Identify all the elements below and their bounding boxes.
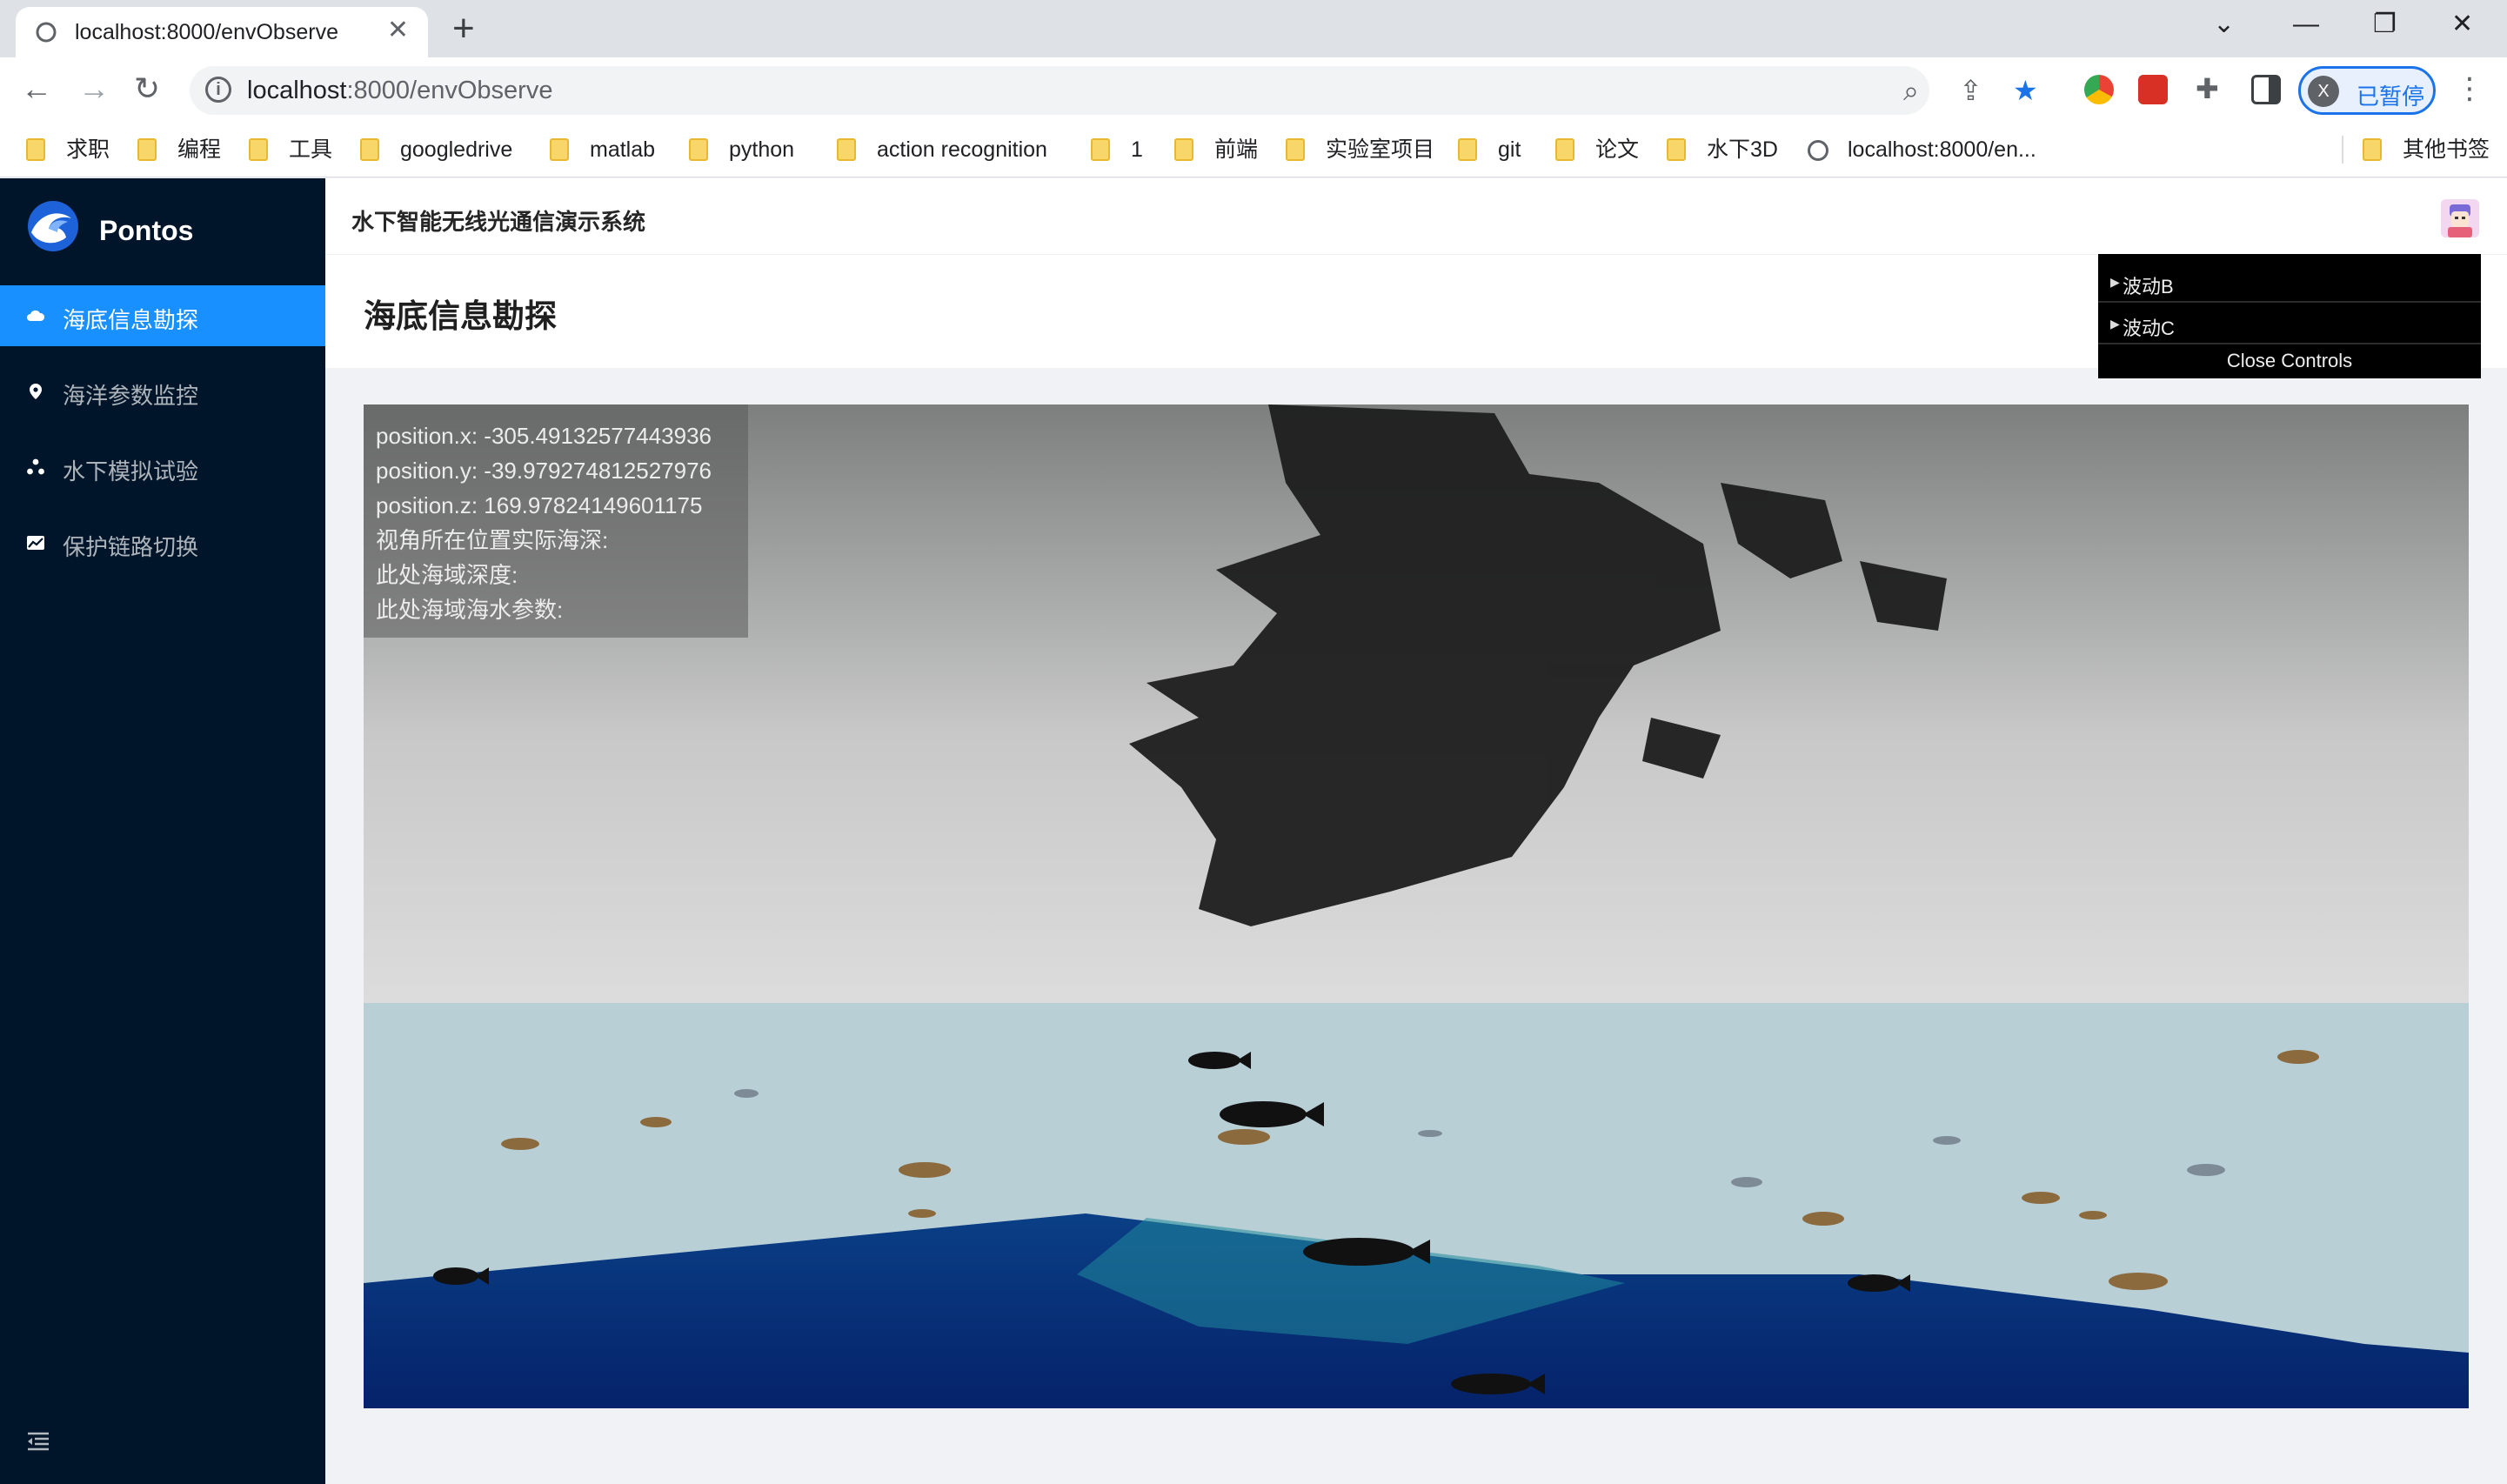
menu-item-label: 海底信息勘探 xyxy=(63,307,199,333)
controls-folder-c[interactable]: ▶ 波动C xyxy=(2098,304,2481,344)
reload-icon[interactable]: ↻ xyxy=(134,70,160,108)
bookmark-folder[interactable]: 工具 xyxy=(249,134,332,165)
profile-avatar: X xyxy=(2308,76,2339,107)
position-z-readout: position.z: 169.97824149601175 xyxy=(376,492,703,518)
menu-item-ocean-monitoring[interactable]: 海洋参数监控 xyxy=(0,361,325,422)
folder-icon xyxy=(2363,138,2382,161)
line-chart-icon xyxy=(27,536,44,550)
bookmark-folder[interactable]: 水下3D xyxy=(1667,134,1778,165)
forward-arrow-icon[interactable]: → xyxy=(78,70,110,108)
bookmark-folder[interactable]: 求职 xyxy=(26,134,110,165)
menu-item-underwater-simulation[interactable]: 水下模拟试验 xyxy=(0,437,325,498)
menu-item-link-switching[interactable]: 保护链路切换 xyxy=(0,512,325,573)
folder-icon xyxy=(837,138,856,161)
app-header: 水下智能无线光通信演示系统 xyxy=(325,178,2507,255)
zoom-icon[interactable]: ⌕ xyxy=(1903,75,1919,106)
sidebar: Pontos 海底信息勘探 海洋参数监控 水下模拟试验 保护链路切换 xyxy=(0,178,325,1484)
folder-icon xyxy=(360,138,379,161)
caret-right-icon: ▶ xyxy=(2110,275,2120,289)
menu-item-label: 海洋参数监控 xyxy=(63,383,199,409)
camera-info-panel: position.x: -305.49132577443936 position… xyxy=(364,404,748,638)
folder-icon xyxy=(689,138,708,161)
bookmark-divider xyxy=(2342,136,2343,164)
close-controls-button[interactable]: Close Controls xyxy=(2098,346,2481,378)
wave-logo-icon xyxy=(28,201,78,251)
site-info-icon[interactable]: i xyxy=(205,77,231,103)
tab-title: localhost:8000/envObserve xyxy=(75,20,338,44)
folder-icon xyxy=(1174,138,1193,161)
extensions-puzzle-icon[interactable]: ✚ xyxy=(2196,73,2219,104)
cluster-icon xyxy=(27,458,44,475)
folder-icon xyxy=(1667,138,1686,161)
red-extension-icon[interactable] xyxy=(2138,75,2168,104)
browser-toolbar: ← → ↻ i localhost:8000/envObserve ⌕ ⇪ ★ … xyxy=(0,57,2507,124)
folder-icon xyxy=(137,138,157,161)
tab-search-chevron-icon[interactable]: ⌄ xyxy=(2213,5,2235,43)
location-pin-icon xyxy=(30,384,42,399)
folder-icon xyxy=(1555,138,1574,161)
page-title: 海底信息勘探 xyxy=(364,298,557,334)
user-avatar[interactable] xyxy=(2441,199,2479,237)
bookmark-folder[interactable]: python xyxy=(689,134,794,165)
chrome-extension-icon[interactable] xyxy=(2084,75,2114,104)
menu-item-label: 保护链路切换 xyxy=(63,534,199,560)
folder-icon xyxy=(550,138,569,161)
system-title: 水下智能无线光通信演示系统 xyxy=(351,209,646,235)
bookmark-folder[interactable]: 论文 xyxy=(1555,134,1639,165)
browser-menu-icon[interactable]: ⋮ xyxy=(2455,70,2484,108)
back-arrow-icon[interactable]: ← xyxy=(21,70,52,108)
new-tab-button[interactable]: + xyxy=(452,7,475,50)
tab-close-icon[interactable]: ✕ xyxy=(387,17,409,43)
globe-icon xyxy=(36,22,57,43)
share-icon[interactable]: ⇪ xyxy=(1959,75,1982,106)
3d-viewport[interactable]: position.x: -305.49132577443936 position… xyxy=(364,404,2469,1408)
folder-label: 波动B xyxy=(2123,276,2174,297)
bookmark-folder[interactable]: git xyxy=(1458,134,1521,165)
bookmark-folder[interactable]: 前端 xyxy=(1174,134,1258,165)
close-window-button[interactable]: ✕ xyxy=(2451,5,2473,43)
profile-status: 已暂停 xyxy=(2357,84,2425,110)
side-panel-icon[interactable] xyxy=(2251,75,2281,104)
folder-icon xyxy=(1091,138,1110,161)
bookmark-star-icon[interactable]: ★ xyxy=(2013,75,2038,106)
address-url[interactable]: localhost:8000/envObserve xyxy=(247,77,552,105)
controls-folder-b[interactable]: ▶ 波动B xyxy=(2098,263,2481,303)
browser-tab[interactable]: localhost:8000/envObserve ✕ xyxy=(16,7,428,57)
bookmark-folder[interactable]: 编程 xyxy=(137,134,221,165)
cloud-icon xyxy=(27,310,45,321)
bookmark-link[interactable]: localhost:8000/en... xyxy=(1808,134,2036,165)
bookmark-folder[interactable]: googledrive xyxy=(360,134,512,165)
folder-icon xyxy=(249,138,268,161)
bookmark-folder[interactable]: 1 xyxy=(1091,134,1143,165)
folder-label: 波动C xyxy=(2123,318,2175,339)
position-x-readout: position.x: -305.49132577443936 xyxy=(376,423,712,449)
profile-button[interactable]: X 已暂停 xyxy=(2298,66,2436,115)
avatar-icon xyxy=(2441,199,2479,237)
bookmarks-bar: 求职 编程 工具 googledrive matlab python actio… xyxy=(0,124,2507,177)
folder-icon xyxy=(26,138,45,161)
controls-panel: ▶ 波动B ▶ 波动C Close Controls xyxy=(2098,254,2481,378)
other-bookmarks-folder[interactable]: 其他书签 xyxy=(2363,134,2490,165)
position-y-readout: position.y: -39.979274812527976 xyxy=(376,458,712,484)
actual-depth-label: 视角所在位置实际海深: xyxy=(376,527,609,553)
globe-icon xyxy=(1808,140,1828,161)
bookmark-folder[interactable]: matlab xyxy=(550,134,655,165)
folder-icon xyxy=(1286,138,1305,161)
water-params-label: 此处海域海水参数: xyxy=(376,597,564,623)
bookmark-folder[interactable]: action recognition xyxy=(837,134,1047,165)
menu-item-label: 水下模拟试验 xyxy=(63,458,199,485)
sea-depth-label: 此处海域深度: xyxy=(376,562,518,588)
restore-button[interactable]: ❐ xyxy=(2373,5,2397,43)
minimize-button[interactable]: — xyxy=(2293,5,2319,43)
bookmark-folder[interactable]: 实验室项目 xyxy=(1286,134,1434,165)
menu-fold-icon[interactable] xyxy=(26,1431,50,1452)
caret-right-icon: ▶ xyxy=(2110,317,2120,331)
folder-icon xyxy=(1458,138,1477,161)
menu-item-seabed-exploration[interactable]: 海底信息勘探 xyxy=(0,285,325,346)
address-bar[interactable]: i localhost:8000/envObserve ⌕ ⇪ ★ xyxy=(190,66,2038,115)
browser-tabstrip: localhost:8000/envObserve ✕ + ⌄ — ❐ ✕ xyxy=(0,0,2507,57)
brand-name: Pontos xyxy=(99,215,194,246)
